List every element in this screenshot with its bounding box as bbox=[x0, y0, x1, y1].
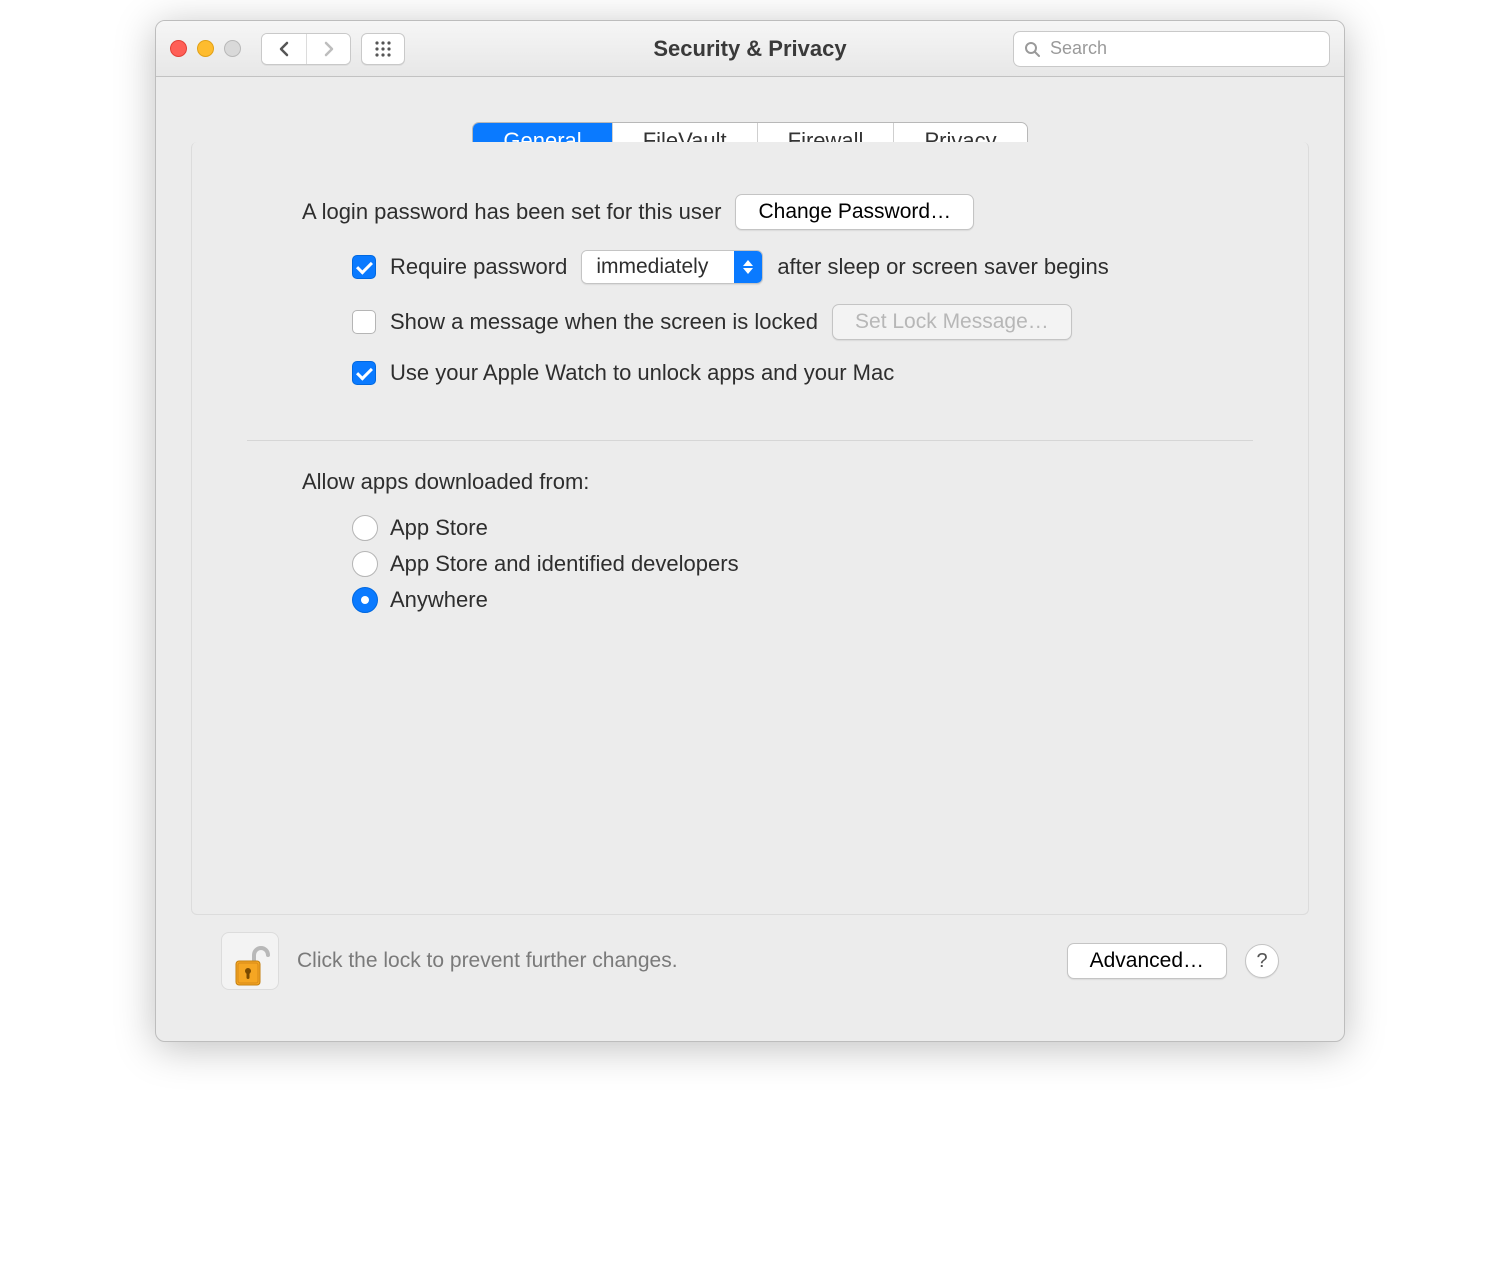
button-label: Change Password… bbox=[758, 200, 951, 223]
advanced-button[interactable]: Advanced… bbox=[1067, 943, 1227, 979]
apple-watch-unlock-checkbox[interactable] bbox=[352, 361, 376, 385]
search-input[interactable] bbox=[1048, 37, 1319, 60]
preferences-body: General FileVault Firewall Privacy A log… bbox=[156, 77, 1344, 1041]
allow-apps-option-identified[interactable]: App Store and identified developers bbox=[352, 551, 1253, 577]
require-password-delay-select[interactable]: immediately bbox=[581, 250, 763, 284]
window-controls bbox=[170, 40, 241, 57]
preferences-footer: Click the lock to prevent further change… bbox=[191, 915, 1309, 1016]
search-icon bbox=[1024, 41, 1040, 57]
radio-button[interactable] bbox=[352, 551, 378, 577]
radio-button[interactable] bbox=[352, 515, 378, 541]
set-lock-message-button: Set Lock Message… bbox=[832, 304, 1072, 340]
search-field[interactable] bbox=[1013, 31, 1330, 67]
show-lock-message-label: Show a message when the screen is locked bbox=[390, 309, 818, 335]
allow-apps-options: App Store App Store and identified devel… bbox=[302, 505, 1253, 623]
button-label: Set Lock Message… bbox=[855, 310, 1049, 333]
login-password-row: A login password has been set for this u… bbox=[302, 194, 1253, 230]
section-divider bbox=[247, 440, 1253, 441]
allow-apps-option-appstore[interactable]: App Store bbox=[352, 515, 1253, 541]
require-password-row: Require password immediately after sleep… bbox=[302, 250, 1253, 284]
close-window-button[interactable] bbox=[170, 40, 187, 57]
lock-button[interactable] bbox=[221, 932, 279, 990]
minimize-window-button[interactable] bbox=[197, 40, 214, 57]
chevron-right-icon bbox=[323, 41, 335, 57]
forward-button[interactable] bbox=[306, 34, 350, 64]
change-password-button[interactable]: Change Password… bbox=[735, 194, 974, 230]
allow-apps-option-anywhere[interactable]: Anywhere bbox=[352, 587, 1253, 613]
preferences-window: Security & Privacy General FileVault Fir… bbox=[155, 20, 1345, 1042]
radio-label: Anywhere bbox=[390, 587, 488, 613]
button-label: Advanced… bbox=[1090, 949, 1204, 972]
apple-watch-row: Use your Apple Watch to unlock apps and … bbox=[302, 360, 1253, 386]
unlocked-padlock-icon bbox=[230, 943, 270, 989]
login-password-label: A login password has been set for this u… bbox=[302, 199, 721, 225]
show-lock-message-checkbox[interactable] bbox=[352, 310, 376, 334]
lock-status-message: Click the lock to prevent further change… bbox=[297, 949, 678, 973]
require-password-label-before: Require password bbox=[390, 254, 567, 280]
stepper-arrows-icon bbox=[734, 251, 762, 283]
general-panel: A login password has been set for this u… bbox=[191, 142, 1309, 915]
help-button[interactable]: ? bbox=[1245, 944, 1279, 978]
radio-label: App Store and identified developers bbox=[390, 551, 739, 577]
apple-watch-label: Use your Apple Watch to unlock apps and … bbox=[390, 360, 894, 386]
help-icon: ? bbox=[1256, 950, 1267, 973]
require-password-checkbox[interactable] bbox=[352, 255, 376, 279]
zoom-window-button bbox=[224, 40, 241, 57]
back-button[interactable] bbox=[262, 34, 306, 64]
nav-back-forward bbox=[261, 33, 351, 65]
radio-label: App Store bbox=[390, 515, 488, 541]
select-value: immediately bbox=[582, 251, 734, 283]
radio-button[interactable] bbox=[352, 587, 378, 613]
chevron-left-icon bbox=[278, 41, 290, 57]
require-password-label-after: after sleep or screen saver begins bbox=[777, 254, 1108, 280]
show-all-prefs-button[interactable] bbox=[361, 33, 405, 65]
allow-apps-heading: Allow apps downloaded from: bbox=[302, 469, 1253, 495]
window-toolbar: Security & Privacy bbox=[156, 21, 1344, 77]
show-lock-message-row: Show a message when the screen is locked… bbox=[302, 304, 1253, 340]
grid-icon bbox=[374, 40, 392, 58]
